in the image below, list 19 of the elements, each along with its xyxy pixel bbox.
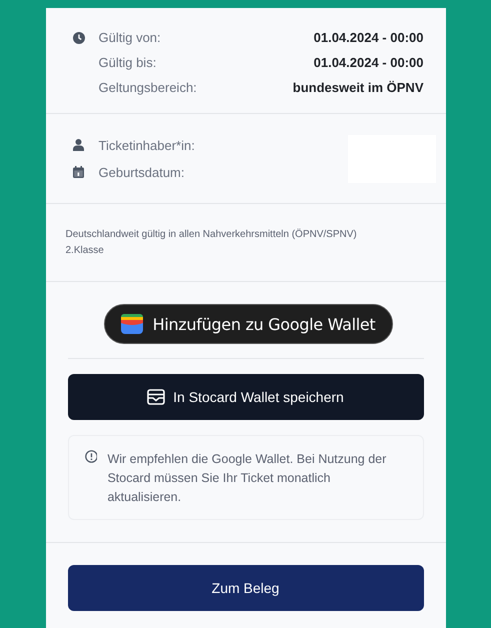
- google-wallet-button[interactable]: Hinzufügen zu Google Wallet: [104, 304, 394, 344]
- field-label: Ticketinhaber*in:: [98, 138, 195, 152]
- stocard-button[interactable]: In Stocard Wallet speichern: [68, 374, 424, 420]
- notice-text: Wir empfehlen die Google Wallet. Bei Nutzung der Stocard müssen Sie Ihr Ticket monatlich aktualisieren.: [107, 451, 388, 506]
- field-value: bundesweit im ÖPNV: [292, 80, 424, 95]
- field-label: Gültig bis:: [98, 55, 156, 70]
- info-icon: [84, 450, 98, 463]
- person-icon: [72, 139, 84, 151]
- field-label: Geburtsdatum:: [98, 164, 184, 180]
- field-label: Geltungsbereich:: [98, 80, 197, 95]
- ticket-description: Deutschlandweit gültig in allen Nahverkehrsmitteln (ÖPNV/SPNV) 2.Klasse: [66, 228, 358, 258]
- clock-icon: [72, 32, 84, 44]
- field-label: Gültig von:: [98, 30, 161, 45]
- receipt-button[interactable]: Zum Beleg: [68, 565, 424, 611]
- field-value: 01.04.2024 - 00:00: [314, 55, 424, 70]
- calendar-icon: [72, 166, 84, 178]
- card-icon: [147, 389, 166, 405]
- wallet-icon: [120, 314, 143, 334]
- field-value: 01.04.2024 - 00:00: [314, 30, 424, 45]
